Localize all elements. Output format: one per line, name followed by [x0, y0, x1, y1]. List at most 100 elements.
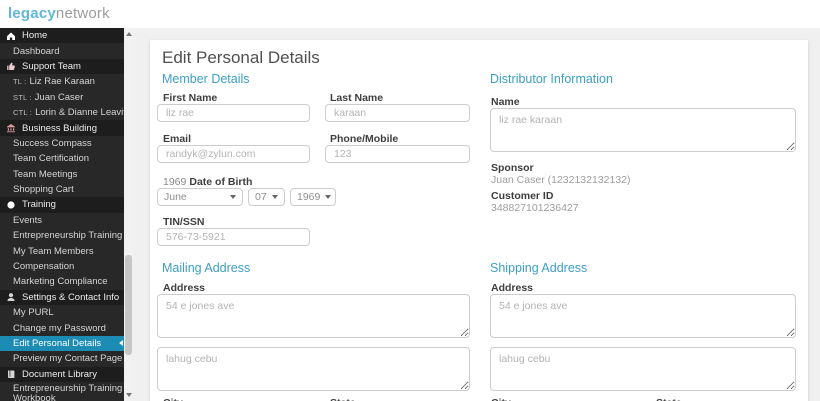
first-name-input[interactable] [157, 104, 310, 122]
sidebar-item-success-compass[interactable]: Success Compass [0, 135, 124, 152]
sidebar-item-label: Edit Personal Details [13, 338, 102, 349]
dob-year-select[interactable]: 1969 [290, 188, 336, 206]
mailing-address-line2-textarea[interactable]: lahug cebu [157, 347, 470, 391]
first-name-label: First Name [163, 92, 218, 104]
bank-icon [6, 123, 17, 133]
sidebar-item-label: Preview my Contact Page [13, 353, 123, 365]
scrollbar-up-icon[interactable] [125, 32, 132, 36]
logo-secondary: network [55, 5, 110, 22]
sidebar-item-label: Support Team [22, 60, 81, 72]
person-icon [6, 292, 17, 302]
sidebar-item-label: Entrepreneurship Training [13, 230, 123, 242]
sidebar-item-label: Events [13, 214, 43, 226]
distributor-information-heading: Distributor Information [490, 72, 613, 86]
sidebar-item-entrepreneurship-training[interactable]: Entrepreneurship Training [0, 228, 124, 244]
sidebar-item-compensation[interactable]: Compensation [0, 258, 124, 275]
sidebar-item-marketing-compliance[interactable]: Marketing Compliance [0, 274, 124, 290]
last-name-input[interactable] [325, 104, 470, 122]
dob-month-select[interactable]: June [157, 188, 243, 206]
dob-month-value: June [164, 191, 187, 203]
sidebar-item-label: Juan Caser [34, 91, 84, 103]
role-prefix: STL : [13, 92, 32, 102]
sidebar-item-ctl-lorin-dianne[interactable]: CTL : Lorin & Dianne Leavitt [0, 104, 124, 121]
scrollbar-down-icon[interactable] [125, 393, 132, 397]
sidebar-item-label: Entrepreneurship Training Workbook [13, 382, 123, 401]
caret-left-icon [119, 340, 123, 347]
mailing-state-label: State [330, 397, 356, 401]
scrollbar-thumb[interactable] [125, 255, 132, 355]
tin-ssn-label: TIN/SSN [163, 216, 205, 228]
tin-ssn-input[interactable] [157, 228, 310, 246]
sidebar-item-shopping-cart[interactable]: Shopping Cart [0, 181, 124, 198]
dob-label-text: Date of Birth [189, 176, 253, 188]
sidebar-item-edit-personal-details[interactable]: Edit Personal Details [0, 335, 124, 352]
sidebar-item-team-meetings[interactable]: Team Meetings [0, 166, 124, 182]
sidebar-item-home[interactable]: Home [0, 28, 124, 44]
thumbs-up-icon [6, 61, 17, 71]
sidebar-item-label: Success Compass [13, 137, 92, 149]
sidebar-item-my-purl[interactable]: My PURL [0, 305, 124, 321]
customer-id-value: 348827101236427 [491, 202, 579, 214]
sponsor-label: Sponsor [491, 162, 534, 174]
phone-mobile-input[interactable] [325, 145, 470, 163]
dob-day-value: 07 [255, 191, 267, 203]
sidebar-item-business-building[interactable]: Business Building [0, 120, 124, 136]
sidebar-item-label: Compensation [13, 261, 75, 273]
sidebar-item-label: Shopping Cart [13, 184, 74, 196]
sidebar-item-preview-my-contact-page[interactable]: Preview my Contact Page [0, 351, 124, 367]
sponsor-value: Juan Caser (1232132132132) [491, 174, 631, 186]
chevron-down-icon [325, 195, 332, 199]
dob-day-select[interactable]: 07 [248, 188, 285, 206]
sidebar-item-label: My Team Members [13, 245, 94, 257]
edit-personal-details-card: Edit Personal Details Member Details Fir… [150, 40, 808, 401]
mailing-address-label: Address [163, 282, 206, 294]
role-prefix: TL : [13, 77, 27, 87]
sidebar-item-label: Lorin & Dianne Leavitt [35, 107, 124, 119]
sidebar-nav: Home Dashboard Support Team TL : Liz Rae… [0, 28, 124, 401]
sidebar-item-team-certification[interactable]: Team Certification [0, 151, 124, 167]
sidebar-item-label: Team Certification [13, 153, 90, 165]
distributor-name-label: Name [491, 96, 520, 108]
sidebar-item-stl-juan-caser[interactable]: STL : Juan Caser [0, 89, 124, 105]
sidebar-item-dashboard[interactable]: Dashboard [0, 43, 124, 59]
shipping-address-line2-textarea[interactable]: lahug cebu [490, 347, 796, 391]
customer-id-label: Customer ID [491, 190, 554, 202]
mailing-address-line1-textarea[interactable]: 54 e jones ave [157, 294, 470, 338]
shipping-address-line1-textarea[interactable]: 54 e jones ave [490, 294, 796, 338]
sidebar-item-settings-contact-info[interactable]: Settings & Contact Info [0, 289, 124, 306]
sidebar-item-my-team-members[interactable]: My Team Members [0, 243, 124, 259]
sidebar-item-label: Dashboard [13, 45, 60, 57]
book-icon [6, 369, 17, 379]
distributor-name-textarea[interactable]: liz rae karaan [490, 108, 796, 152]
sidebar-item-tl-liz-rae-karaan[interactable]: TL : Liz Rae Karaan [0, 74, 124, 90]
sidebar-item-entrepreneurship-training-workbook[interactable]: Entrepreneurship Training Workbook [0, 381, 124, 401]
sidebar-item-label: Team Meetings [13, 168, 78, 180]
logo-primary: legacy [8, 5, 56, 22]
sidebar-item-label: Document Library [22, 368, 97, 380]
sidebar-item-training[interactable]: Training [0, 197, 124, 213]
chevron-down-icon [230, 195, 236, 199]
email-label: Email [163, 133, 192, 145]
sidebar-item-document-library[interactable]: Document Library [0, 366, 124, 382]
mailing-address-heading: Mailing Address [162, 261, 251, 275]
email-input[interactable] [157, 145, 310, 163]
page-title: Edit Personal Details [162, 48, 320, 67]
shipping-address-label: Address [491, 282, 534, 294]
home-icon [6, 31, 17, 41]
phone-mobile-label: Phone/Mobile [330, 133, 399, 145]
sidebar-item-change-my-password[interactable]: Change my Password [0, 320, 124, 336]
circle-icon [6, 200, 17, 210]
last-name-label: Last Name [330, 92, 384, 104]
shipping-state-label: State [656, 397, 682, 401]
sidebar-item-label: Marketing Compliance [13, 276, 108, 288]
sidebar-item-events[interactable]: Events [0, 212, 124, 229]
top-header: legacynetwork [0, 0, 820, 28]
chevron-down-icon [272, 195, 278, 199]
sidebar-item-label: Business Building [22, 122, 97, 134]
sidebar-item-support-team[interactable]: Support Team [0, 58, 124, 75]
mailing-city-label: City [163, 397, 183, 401]
sidebar-item-label: Change my Password [13, 322, 106, 334]
sidebar-scrollbar[interactable] [124, 28, 133, 401]
member-details-heading: Member Details [162, 72, 250, 86]
sidebar-item-label: Home [22, 30, 48, 42]
